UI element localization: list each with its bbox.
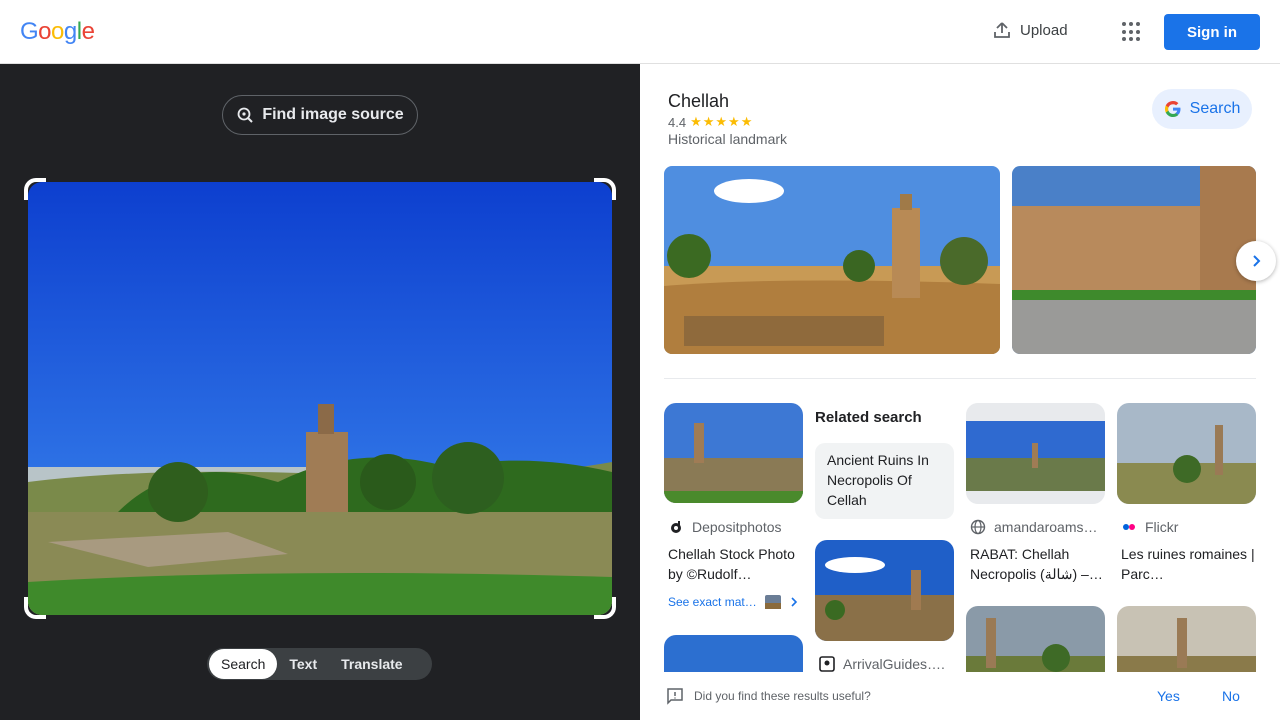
feedback-question: Did you find these results useful? [694, 689, 871, 703]
entity-title[interactable]: Chellah [668, 91, 729, 112]
results-panel: Chellah 4.4 ★★★★★ Historical landmark Se… [640, 64, 1280, 720]
globe-icon [970, 519, 986, 535]
result-thumbnail[interactable] [966, 403, 1105, 504]
upload-icon [994, 22, 1010, 38]
result-source[interactable]: ArrivalGuides…. [819, 656, 945, 672]
see-exact-matches-link[interactable]: See exact mat… [668, 595, 799, 609]
entity-type: Historical landmark [668, 131, 788, 147]
result-thumbnail[interactable] [815, 540, 954, 641]
crop-handle-bottom-left[interactable] [24, 597, 46, 619]
section-divider [664, 378, 1256, 379]
result-source[interactable]: Flickr [1121, 519, 1178, 535]
uploaded-image [28, 182, 612, 615]
result-source[interactable]: Depositphotos [668, 519, 782, 535]
rating-stars-icon: ★★★★★ [690, 114, 754, 129]
arrivalguides-icon [819, 656, 835, 672]
logo-letter: e [81, 18, 95, 45]
chevron-right-icon [1253, 255, 1261, 267]
result-source-label: amandaroams… [994, 519, 1098, 535]
entity-photo[interactable] [1012, 166, 1256, 354]
entity-photo[interactable] [664, 166, 1000, 354]
feedback-icon [667, 688, 683, 705]
feedback-yes-button[interactable]: Yes [1157, 688, 1180, 704]
logo-letter: o [51, 18, 64, 45]
depositphotos-icon [671, 521, 681, 533]
apps-grid-icon[interactable] [1122, 22, 1142, 42]
see-exact-label: See exact mat… [668, 595, 757, 609]
google-logo[interactable]: Google [20, 18, 95, 46]
find-image-source-label: Find image source [262, 106, 404, 123]
entity-rating: 4.4 ★★★★★ [668, 114, 753, 130]
result-thumbnail[interactable] [664, 403, 803, 503]
mode-search[interactable]: Search [209, 649, 278, 679]
result-title[interactable]: RABAT: Chellah Necropolis (شالة) –… [970, 544, 1110, 584]
upload-label: Upload [1020, 21, 1068, 39]
result-source-label: ArrivalGuides…. [843, 656, 945, 672]
related-search-heading: Related search [815, 409, 922, 426]
entity-search-button[interactable]: Search [1152, 89, 1252, 129]
mode-translate[interactable]: Translate [329, 649, 414, 679]
flickr-icon [1123, 524, 1135, 530]
sign-in-button[interactable]: Sign in [1164, 14, 1260, 50]
rating-value: 4.4 [668, 114, 687, 130]
image-thumb-icon [764, 595, 781, 609]
logo-letter: G [20, 18, 39, 45]
result-source-label: Depositphotos [692, 519, 782, 535]
crop-handle-top-left[interactable] [24, 178, 46, 200]
result-thumbnail[interactable] [1117, 403, 1256, 504]
result-source[interactable]: amandaroams… [970, 519, 1098, 535]
logo-letter: g [63, 18, 77, 45]
image-preview-panel: Find image source Search Text Translate [0, 64, 640, 720]
crop-handle-top-right[interactable] [594, 178, 616, 200]
lens-search-icon [237, 107, 254, 123]
feedback-no-button[interactable]: No [1222, 688, 1240, 704]
crop-selection[interactable] [24, 178, 616, 619]
find-image-source-button[interactable]: Find image source [222, 95, 418, 135]
logo-letter: o [38, 18, 52, 45]
upload-button[interactable]: Upload [992, 20, 1068, 40]
result-title[interactable]: Chellah Stock Photo by ©Rudolf… [668, 544, 808, 584]
result-title[interactable]: Les ruines romaines | Parc… [1121, 544, 1261, 584]
crop-handle-bottom-right[interactable] [594, 597, 616, 619]
top-bar: Google Upload Sign in [0, 0, 1280, 64]
mode-text[interactable]: Text [277, 649, 329, 679]
related-search-chip[interactable]: Ancient Ruins In Necropolis Of Cellah [815, 443, 954, 519]
feedback-bar: Did you find these results useful? Yes N… [640, 672, 1280, 720]
google-g-icon [1164, 101, 1181, 117]
lens-mode-switcher: Search Text Translate [207, 648, 432, 680]
carousel-next-button[interactable] [1236, 241, 1276, 281]
entity-search-label: Search [1189, 100, 1241, 117]
result-source-label: Flickr [1145, 519, 1179, 535]
chevron-right-icon [791, 597, 797, 607]
